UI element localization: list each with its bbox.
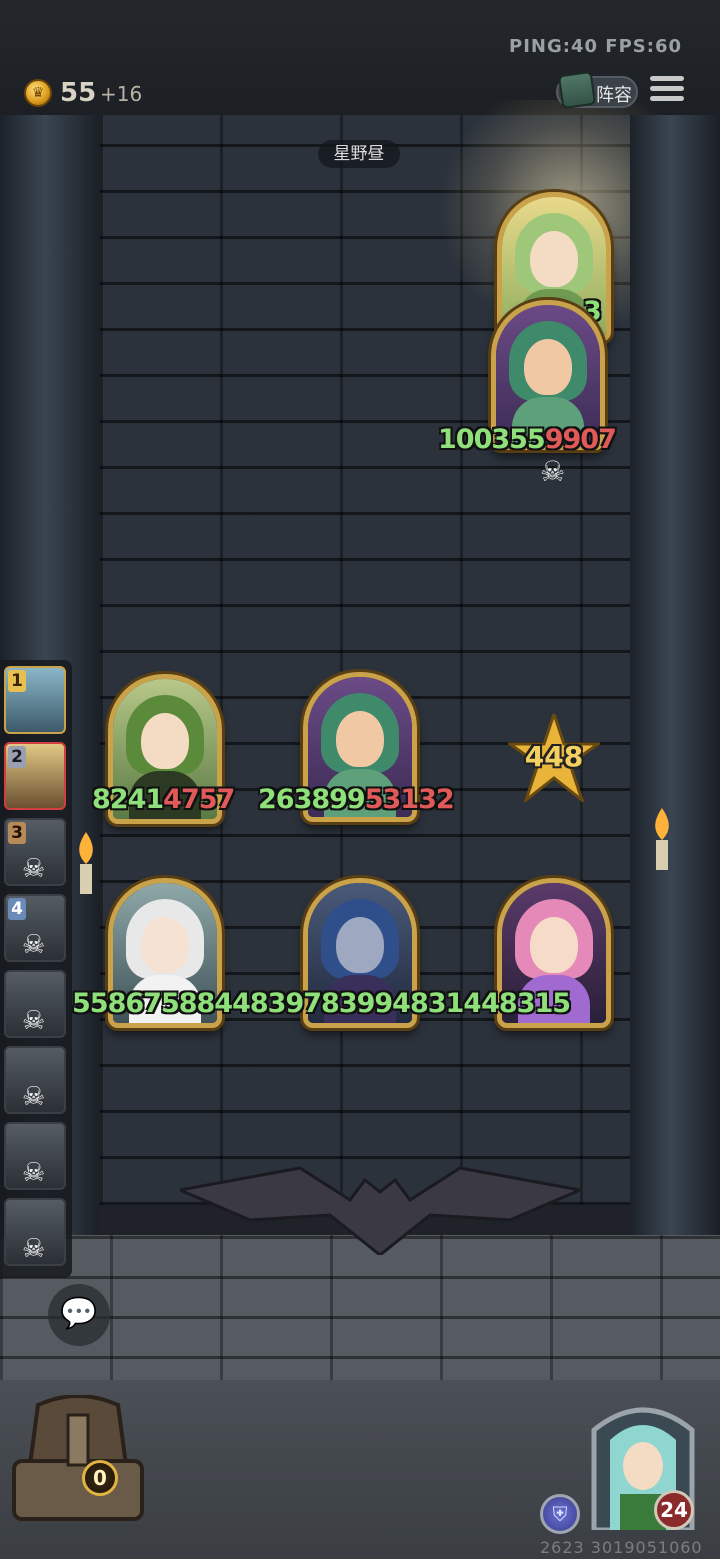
level-badge: 24 [654, 1490, 694, 1530]
hp-green: 100355 [438, 424, 546, 455]
queue-slot-7[interactable]: ☠ [4, 1122, 66, 1190]
skull-icon: ☠ [22, 854, 46, 884]
chest-count: 0 [82, 1460, 118, 1496]
enemy-boss-hp: 1003559907 [438, 424, 617, 455]
queue-slot-5[interactable]: ☠ [4, 970, 66, 1038]
queue-number: 2 [8, 746, 26, 768]
damage-number: 448 [524, 740, 584, 773]
hp-white-priestess: 55867 [72, 988, 162, 1019]
coin-bonus: +16 [100, 82, 143, 106]
hp-lotus-girl-extra: 48315 [481, 988, 571, 1019]
queue-slot-2[interactable]: 2 [4, 742, 66, 810]
hero-hp-forest-elf: 82414757 [92, 784, 235, 815]
hp-lotus-girl: 8314 [409, 988, 482, 1019]
queue-slot-4[interactable]: 4 ☠ [4, 894, 66, 962]
right-pillar [630, 115, 720, 1235]
skull-icon: ☠ [22, 1234, 46, 1264]
hero-hp-leaf-fairy: 26389953132 [258, 784, 455, 815]
queue-number: 1 [8, 670, 26, 692]
skull-icon: ☠ [22, 1006, 46, 1036]
hp-red: 53132 [364, 784, 455, 815]
skull-icon: ☠ [540, 455, 566, 488]
chest-icon[interactable] [8, 1395, 148, 1523]
queue-number: 4 [8, 898, 26, 920]
bat-emblem [180, 1166, 580, 1255]
torch-icon [79, 832, 93, 894]
chat-icon[interactable]: 💬 [48, 1284, 110, 1346]
queue-slot-3[interactable]: 3 ☠ [4, 818, 66, 886]
book-icon [557, 70, 597, 110]
queue-slot-1[interactable]: 1 [4, 666, 66, 734]
queue-slot-8[interactable]: ☠ [4, 1198, 66, 1266]
opponent-name: 星野昼 [318, 140, 400, 168]
skull-icon: ☠ [22, 930, 46, 960]
queue-slot-6[interactable]: ☠ [4, 1046, 66, 1114]
hp-green: 8241 [92, 784, 164, 815]
turn-queue: 1 2 3 ☠ 4 ☠ ☠ ☠ ☠ ☠ [0, 660, 72, 1278]
hero-hp-row2: 5586758844839783994831448315 [72, 988, 571, 1019]
hp-dark-elf: 8397 [249, 988, 322, 1019]
hp-red: 9907 [544, 424, 617, 455]
skull-icon: ☠ [22, 1158, 46, 1188]
crown-coin-icon: ♛ [24, 79, 52, 107]
hp-dark-elf-extra: 83994 [321, 988, 411, 1019]
queue-number: 3 [8, 822, 26, 844]
session-id: 2623 3019051060 [540, 1538, 703, 1557]
hp-white-priestess-extra: 58844 [160, 988, 251, 1019]
ping-fps-readout: PING:40 FPS:60 [509, 36, 682, 57]
hp-green: 263899 [258, 784, 366, 815]
skull-icon: ☠ [22, 1082, 46, 1112]
menu-icon[interactable] [650, 76, 684, 106]
lineup-label: 阵容 [596, 85, 632, 106]
torch-icon [655, 808, 669, 870]
hp-red: 4757 [163, 784, 235, 815]
shield-icon: ⛨ [540, 1494, 580, 1534]
coin-count: 55 [60, 78, 97, 108]
